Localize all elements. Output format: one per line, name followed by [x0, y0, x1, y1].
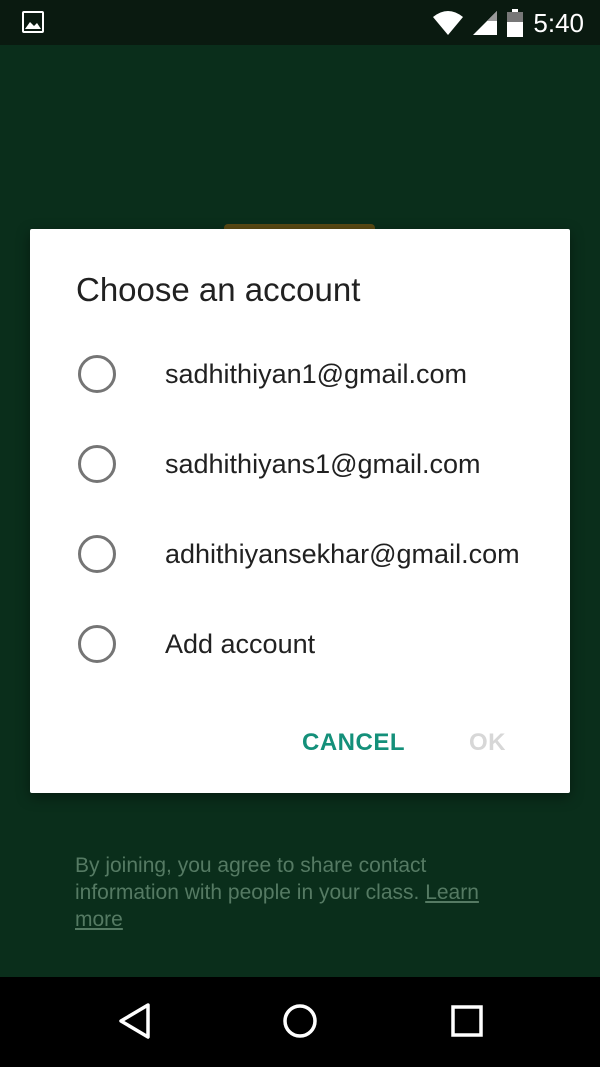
dialog-actions: CANCEL OK — [30, 723, 570, 763]
back-icon[interactable] — [116, 1001, 152, 1041]
radio-button[interactable] — [78, 625, 116, 663]
battery-icon — [507, 9, 524, 37]
cancel-button[interactable]: CANCEL — [302, 723, 405, 763]
dialog-title: Choose an account — [76, 271, 361, 308]
account-option-label: sadhithiyan1@gmail.com — [165, 359, 468, 389]
choose-account-dialog: Choose an account sadhithiyan1@gmail.com… — [30, 229, 570, 793]
join-disclaimer-text: By joining, you agree to share contact i… — [75, 854, 427, 904]
add-account-option[interactable]: Add account — [30, 599, 570, 689]
account-option[interactable]: sadhithiyans1@gmail.com — [30, 419, 570, 509]
wifi-icon — [433, 11, 464, 35]
recents-icon[interactable] — [450, 1001, 484, 1041]
home-icon[interactable] — [281, 1001, 319, 1041]
clock: 5:40 — [533, 7, 584, 38]
status-bar: 5:40 — [0, 0, 600, 45]
account-option[interactable]: sadhithiyan1@gmail.com — [30, 329, 570, 419]
add-account-label: Add account — [165, 629, 316, 659]
navigation-bar — [0, 977, 600, 1067]
radio-button[interactable] — [78, 355, 116, 393]
ok-button[interactable]: OK — [469, 723, 506, 763]
radio-button[interactable] — [78, 445, 116, 483]
radio-button[interactable] — [78, 535, 116, 573]
account-option-label: adhithiyansekhar@gmail.com — [165, 539, 520, 569]
join-disclaimer: By joining, you agree to share contact i… — [75, 852, 525, 933]
account-option[interactable]: adhithiyansekhar@gmail.com — [30, 509, 570, 599]
image-notification-icon — [22, 11, 44, 33]
cell-signal-icon — [473, 11, 498, 35]
account-option-label: sadhithiyans1@gmail.com — [165, 449, 481, 479]
